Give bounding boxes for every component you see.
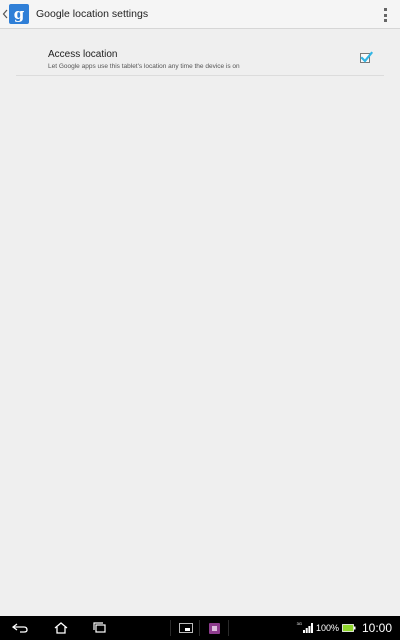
home-icon[interactable] <box>51 620 71 636</box>
signal-label: 3G <box>296 621 302 626</box>
small-app-icon[interactable] <box>205 620 223 636</box>
chevron-left-icon <box>1 8 8 20</box>
signal-icon: 3G <box>296 621 313 633</box>
overflow-menu-icon[interactable] <box>382 8 388 22</box>
divider <box>228 620 229 636</box>
page-title: Google location settings <box>36 8 149 20</box>
divider <box>170 620 171 636</box>
battery-icon <box>342 624 356 632</box>
action-bar: g Google location settings <box>0 0 400 29</box>
divider <box>199 620 200 636</box>
access-location-checkbox[interactable] <box>360 51 373 63</box>
setting-summary: Let Google apps use this tablet's locati… <box>48 63 240 70</box>
recent-apps-icon[interactable] <box>90 620 110 636</box>
google-app-icon: g <box>9 4 29 24</box>
setting-title: Access location <box>48 49 118 60</box>
clock: 10:00 <box>361 621 392 635</box>
back-icon[interactable] <box>10 620 30 636</box>
small-apps-icon[interactable] <box>177 620 195 636</box>
battery-percent: 100% <box>315 623 339 633</box>
access-location-setting[interactable]: Access location Let Google apps use this… <box>16 40 384 76</box>
status-area: 3G 100% 10:00 <box>297 616 392 640</box>
up-navigation[interactable]: g <box>0 0 29 29</box>
checkmark-icon <box>360 51 373 63</box>
system-navigation-bar: 3G 100% 10:00 <box>0 616 400 640</box>
